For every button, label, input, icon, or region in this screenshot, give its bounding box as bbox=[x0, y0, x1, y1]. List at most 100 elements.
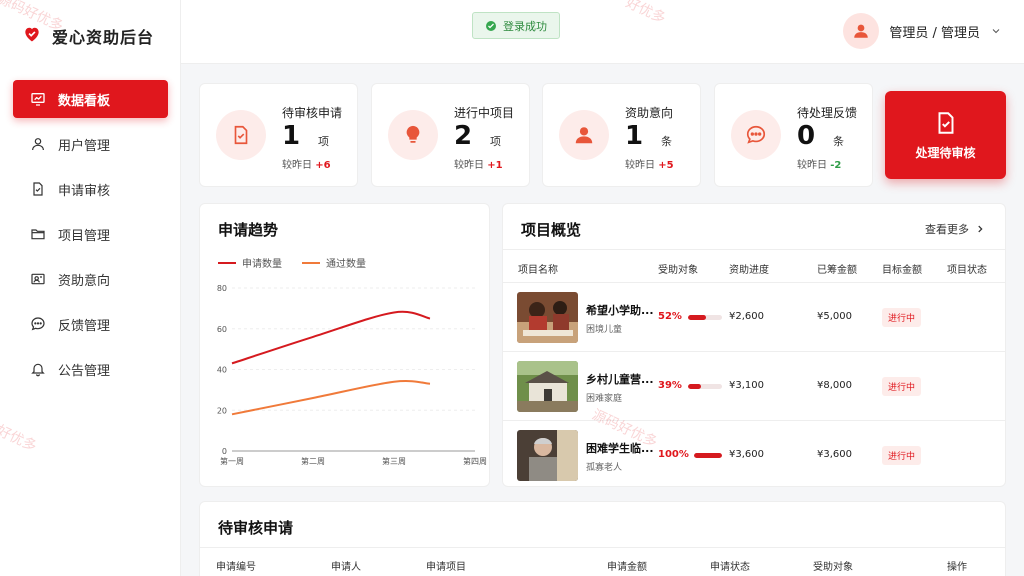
project-name: 乡村儿童营... bbox=[586, 373, 654, 386]
stat-icon bbox=[388, 110, 438, 160]
sidebar-item-label: 用户管理 bbox=[58, 138, 111, 154]
x-tick-label: 第一周 bbox=[220, 456, 244, 466]
project-name: 困难学生临... bbox=[586, 442, 654, 455]
sidebar-item-label: 数据看板 bbox=[58, 93, 111, 109]
user-menu[interactable]: 管理员 / 管理员 bbox=[843, 13, 1002, 49]
progress-bar bbox=[694, 453, 722, 458]
x-tick-label: 第四周 bbox=[463, 456, 487, 466]
login-success-toast: 登录成功 bbox=[472, 12, 560, 39]
dashboard-icon bbox=[31, 93, 45, 106]
table-row[interactable]: 乡村儿童营... 困难家庭 39% ¥3,100 ¥8,000 进行中 bbox=[503, 352, 1005, 421]
panel-title: 待审核申请 bbox=[218, 519, 294, 537]
project-thumbnail bbox=[517, 292, 578, 343]
compare-label: 较昨日 bbox=[282, 160, 312, 171]
sidebar-nav: 数据看板 用户管理 申请审核 项目管理 资助意向 反馈管理 公告管理 bbox=[13, 80, 168, 395]
progress-fill bbox=[688, 315, 706, 320]
project-name: 希望小学助... bbox=[586, 304, 654, 317]
project-overview-panel: 项目概览 查看更多 项目名称 受助对象 资助进度 已筹金额 目标金额 项目状态 … bbox=[502, 203, 1006, 487]
sidebar-item-label: 资助意向 bbox=[58, 273, 111, 289]
y-tick-label: 80 bbox=[217, 284, 227, 293]
series-line bbox=[231, 379, 431, 416]
column-header: 操作 bbox=[947, 562, 967, 573]
avatar[interactable] bbox=[843, 13, 880, 49]
status-badge: 进行中 bbox=[882, 308, 922, 327]
stat-compare: 较昨日 +6 bbox=[282, 156, 331, 171]
column-header: 已筹金额 bbox=[817, 265, 857, 276]
sidebar-item-label: 反馈管理 bbox=[58, 318, 111, 334]
bell-icon bbox=[31, 363, 45, 377]
column-header: 申请项目 bbox=[426, 562, 466, 573]
chat-icon bbox=[746, 125, 766, 144]
stat-value: 0 bbox=[797, 121, 816, 151]
chevron-down-icon[interactable] bbox=[990, 25, 1002, 37]
sidebar: 爱心资助后台 数据看板 用户管理 申请审核 项目管理 资助意向 反馈管理 公告管… bbox=[0, 0, 181, 576]
stat-compare: 较昨日 -2 bbox=[797, 156, 841, 171]
stat-unit: 项 bbox=[318, 135, 329, 148]
sidebar-item-label: 项目管理 bbox=[58, 228, 111, 244]
stat-unit: 条 bbox=[833, 135, 844, 148]
progress-percent: 39% bbox=[658, 380, 682, 391]
stat-value: 1 bbox=[282, 121, 301, 151]
sidebar-item-announcements[interactable]: 公告管理 bbox=[13, 350, 168, 388]
goal-amount: ¥5,000 bbox=[817, 311, 852, 322]
raised-amount: ¥2,600 bbox=[729, 311, 764, 322]
heart-logo-icon bbox=[22, 24, 42, 48]
project-beneficiary: 孤寡老人 bbox=[586, 463, 623, 473]
panel-title: 项目概览 bbox=[521, 221, 582, 239]
stat-icon bbox=[216, 110, 266, 160]
raised-amount: ¥3,100 bbox=[729, 380, 764, 391]
pending-applications-panel: 待审核申请 申请编号 申请人 申请项目 申请金额 申请状态 受助对象 操作 bbox=[199, 501, 1006, 576]
sidebar-item-feedback[interactable]: 反馈管理 bbox=[13, 305, 168, 343]
document-check-icon bbox=[33, 182, 43, 196]
y-tick-label: 60 bbox=[217, 325, 227, 334]
raised-amount: ¥3,600 bbox=[729, 449, 764, 460]
application-trend-panel: 申请趋势 申请数量 通过数量 0 20 40 60 80 第一周 第二周 第三周 第四周 bbox=[199, 203, 490, 487]
document-check-icon bbox=[234, 125, 248, 145]
sidebar-item-label: 申请审核 bbox=[58, 183, 111, 199]
column-header: 申请状态 bbox=[710, 562, 750, 573]
sidebar-item-users[interactable]: 用户管理 bbox=[13, 125, 168, 163]
sidebar-item-review[interactable]: 申请审核 bbox=[13, 170, 168, 208]
sidebar-item-dashboard[interactable]: 数据看板 bbox=[13, 80, 168, 118]
compare-label: 较昨日 bbox=[454, 160, 484, 171]
stat-label: 进行中项目 bbox=[454, 106, 515, 120]
stat-icon bbox=[731, 110, 781, 160]
y-tick-label: 20 bbox=[217, 406, 227, 415]
series-line bbox=[231, 310, 431, 365]
progress-percent: 52% bbox=[658, 311, 682, 322]
column-header: 目标金额 bbox=[882, 265, 922, 276]
stat-unit: 项 bbox=[490, 135, 501, 148]
user-name: 管理员 / 管理员 bbox=[889, 25, 980, 41]
person-icon bbox=[575, 127, 593, 144]
progress-fill bbox=[688, 384, 702, 389]
sidebar-item-intent[interactable]: 资助意向 bbox=[13, 260, 168, 298]
process-pending-button[interactable]: 处理待审核 bbox=[885, 91, 1006, 179]
table-row[interactable]: 困难学生临... 孤寡老人 100% ¥3,600 ¥3,600 进行中 bbox=[503, 421, 1005, 486]
column-header: 项目状态 bbox=[947, 265, 987, 276]
status-badge: 进行中 bbox=[882, 446, 922, 465]
column-header: 受助对象 bbox=[658, 265, 698, 276]
project-thumbnail bbox=[517, 361, 578, 412]
stat-unit: 条 bbox=[661, 135, 672, 148]
stat-card-pending-applications[interactable]: 待审核申请 1 项 较昨日 +6 bbox=[199, 83, 358, 187]
brand[interactable]: 爱心资助后台 bbox=[22, 24, 154, 48]
toast-text: 登录成功 bbox=[503, 19, 547, 33]
stat-card-donation-intents[interactable]: 资助意向 1 条 较昨日 +5 bbox=[542, 83, 701, 187]
chevron-right-icon bbox=[978, 225, 983, 233]
x-tick-label: 第二周 bbox=[301, 456, 325, 466]
y-tick-label: 40 bbox=[217, 366, 227, 375]
folder-icon bbox=[31, 229, 45, 240]
stat-compare: 较昨日 +5 bbox=[625, 156, 674, 171]
stat-value: 2 bbox=[454, 121, 473, 151]
column-header: 项目名称 bbox=[518, 265, 558, 276]
compare-label: 较昨日 bbox=[797, 160, 827, 171]
stat-delta: +5 bbox=[658, 160, 674, 171]
column-header: 申请编号 bbox=[216, 562, 256, 573]
table-row[interactable]: 希望小学助... 困境儿童 52% ¥2,600 ¥5,000 进行中 bbox=[503, 283, 1005, 352]
line-chart: 0 20 40 60 80 第一周 第二周 第三周 第四周 bbox=[217, 284, 487, 466]
view-more-link[interactable]: 查看更多 bbox=[925, 221, 985, 237]
stat-card-pending-feedback[interactable]: 待处理反馈 0 条 较昨日 -2 bbox=[714, 83, 873, 187]
compare-label: 较昨日 bbox=[625, 160, 655, 171]
stat-card-active-projects[interactable]: 进行中项目 2 项 较昨日 +1 bbox=[371, 83, 530, 187]
sidebar-item-projects[interactable]: 项目管理 bbox=[13, 215, 168, 253]
